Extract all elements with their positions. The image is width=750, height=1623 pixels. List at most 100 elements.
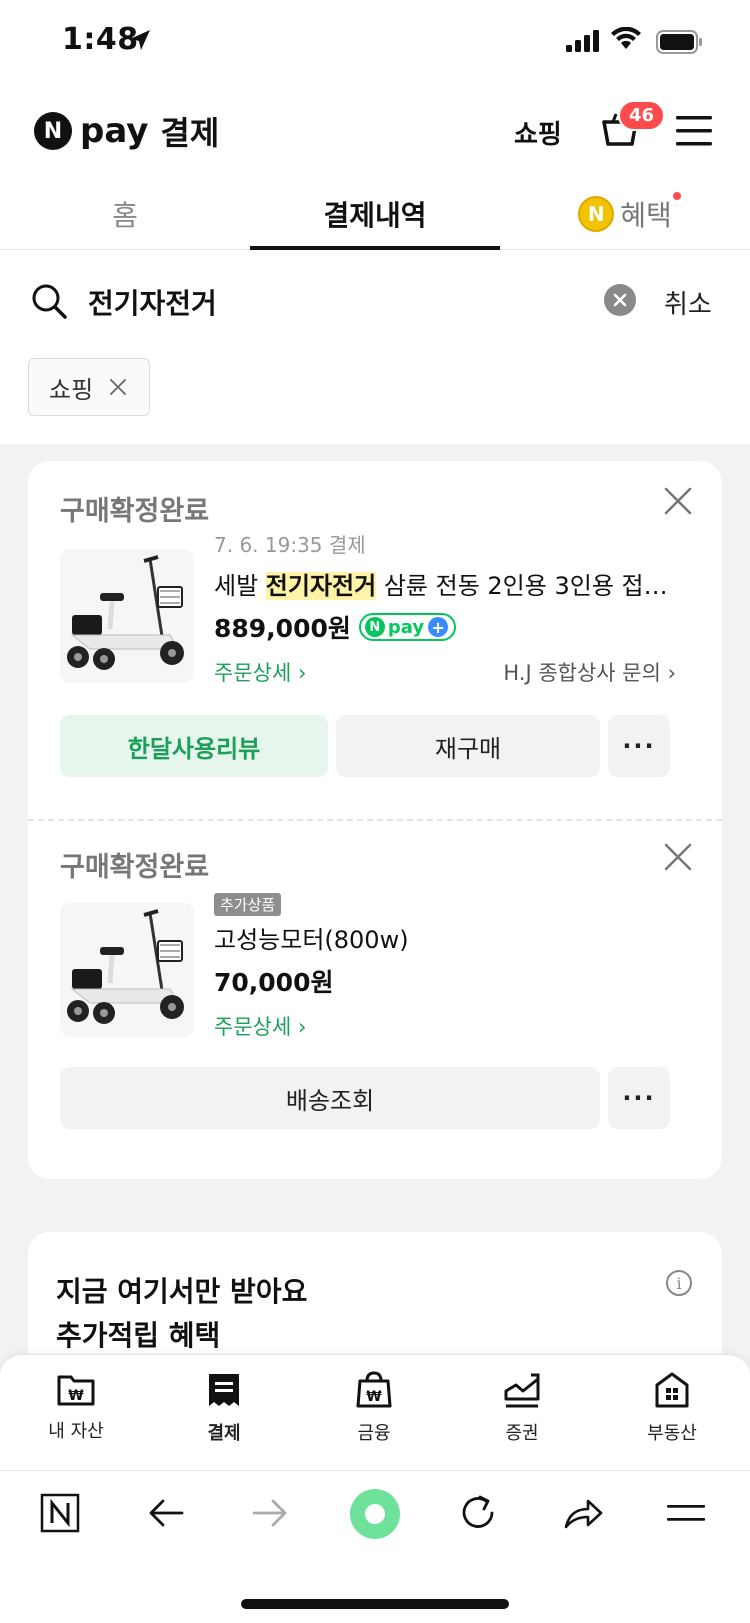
order-links: 주문상세 › (214, 1011, 676, 1041)
clear-search-button[interactable] (604, 284, 636, 316)
naver-n-icon: N (34, 112, 72, 150)
promo-line-2: 추가적립 혜택 (56, 1319, 221, 1352)
rebuy-button[interactable]: 재구매 (336, 715, 600, 777)
nav-finance[interactable]: ₩ 금융 (314, 1371, 434, 1445)
electric-tricycle-image (60, 903, 194, 1037)
wallet-folder-icon: ₩ (57, 1375, 95, 1406)
chart-up-icon (504, 1373, 540, 1408)
product-title-suffix: 삼륜 전동 2인용 3인용 접이... (376, 572, 684, 600)
location-arrow-icon (130, 30, 150, 50)
monthly-review-button[interactable]: 한달사용리뷰 (60, 715, 328, 777)
addon-product-tag: 추가상품 (214, 893, 282, 916)
promo-line-1: 지금 여기서만 받아요 (56, 1275, 308, 1308)
refresh-icon[interactable] (458, 1493, 498, 1533)
order-status: 구매확정완료 (60, 852, 210, 883)
tab-payment-history[interactable]: 결제내역 (250, 194, 500, 234)
nav-label: 증권 (505, 1423, 539, 1444)
more-options-button[interactable]: ··· (608, 715, 670, 777)
forward-arrow-icon[interactable] (250, 1493, 290, 1533)
filter-chip-shopping[interactable]: 쇼핑 (28, 358, 150, 416)
logo-title: 결제 (160, 114, 220, 152)
back-arrow-icon[interactable] (146, 1493, 186, 1533)
product-thumbnail[interactable] (60, 549, 194, 683)
status-bar: 1:48 (0, 0, 750, 86)
order-price: 889,000원 (214, 614, 351, 643)
new-dot-indicator (673, 192, 681, 200)
nav-my-assets[interactable]: ₩ 내 자산 (16, 1371, 136, 1443)
remove-filter-icon[interactable] (109, 378, 127, 396)
plus-icon: + (428, 617, 449, 637)
search-bar: 전기자전거 취소 (0, 270, 750, 334)
main-tabs: 홈 결제내역 N 혜택 (0, 180, 750, 250)
npay-plus-badge: N pay + (358, 613, 457, 641)
npay-n-icon: N (364, 617, 385, 637)
search-icon (32, 284, 67, 319)
green-dot-button[interactable] (350, 1489, 400, 1539)
svg-text:₩: ₩ (68, 1388, 84, 1404)
bottom-app-nav: ₩ 내 자산 결제 ₩ 금융 증권 부동산 (0, 1354, 750, 1470)
close-icon (613, 293, 627, 307)
order-item: 구매확정완료 추가상품 고성능모터(800w) 70,000원 주문상세 › 배… (28, 819, 722, 1179)
hamburger-menu-icon[interactable] (676, 114, 712, 148)
electric-tricycle-image (60, 549, 194, 683)
browser-menu-icon[interactable] (666, 1493, 706, 1533)
wifi-icon (611, 27, 641, 49)
cart-count-badge: 46 (618, 100, 666, 131)
nav-real-estate[interactable]: 부동산 (612, 1371, 732, 1445)
product-title[interactable]: 세발 전기자전거 삼륜 전동 2인용 3인용 접이... (214, 566, 684, 601)
receipt-icon (209, 1374, 239, 1406)
filter-chip-label: 쇼핑 (49, 375, 94, 404)
close-icon[interactable] (664, 843, 692, 871)
order-price: 70,000원 (214, 968, 334, 997)
more-options-button[interactable]: ··· (608, 1067, 670, 1129)
svg-text:₩: ₩ (366, 1389, 382, 1405)
tab-home[interactable]: 홈 (0, 194, 250, 234)
product-thumbnail[interactable] (60, 903, 194, 1037)
naver-home-icon[interactable] (40, 1493, 80, 1533)
building-icon (655, 1372, 689, 1408)
order-info: 추가상품 고성능모터(800w) 70,000원 주문상세 › (214, 893, 694, 1041)
browser-toolbar (0, 1470, 750, 1623)
shopping-link[interactable]: 쇼핑 (514, 114, 562, 151)
product-title-prefix: 세발 (214, 572, 266, 600)
promo-title: 지금 여기서만 받아요 추가적립 혜택 (56, 1270, 307, 1358)
logo-pay-text: pay (80, 111, 149, 151)
order-detail-link[interactable]: 주문상세 › (214, 1011, 306, 1041)
nav-label: 부동산 (647, 1423, 697, 1444)
order-date: 7. 6. 19:35 결제 (214, 533, 366, 557)
npay-logo[interactable]: N pay 결제 (34, 108, 219, 154)
price-row: 70,000원 (214, 963, 694, 999)
order-card: 구매확정완료 7. 6. 19:35 결제 세발 전기자전거 삼륜 전동 2인용… (28, 461, 722, 1179)
price-row: 889,000원 N pay + (214, 609, 694, 645)
nav-label: 결제 (207, 1423, 241, 1444)
order-detail-link[interactable]: 주문상세 › (214, 657, 306, 687)
search-highlight: 전기자전거 (265, 572, 377, 600)
order-status: 구매확정완료 (60, 496, 210, 527)
seller-inquiry-link[interactable]: H.J 종합상사 문의 › (503, 657, 676, 687)
tab-benefits-label: 혜택 (620, 199, 672, 232)
nav-stocks[interactable]: 증권 (462, 1371, 582, 1445)
home-indicator (241, 1599, 509, 1609)
battery-icon (656, 30, 702, 54)
app-header: N pay 결제 쇼핑 46 (0, 96, 750, 168)
close-icon[interactable] (664, 487, 692, 515)
nav-payment[interactable]: 결제 (164, 1371, 284, 1445)
tab-benefits[interactable]: N 혜택 (500, 194, 750, 234)
green-dot-center (365, 1504, 385, 1524)
signal-icon (566, 30, 599, 52)
info-icon[interactable]: i (666, 1270, 692, 1296)
order-info: 7. 6. 19:35 결제 세발 전기자전거 삼륜 전동 2인용 3인용 접이… (214, 529, 694, 687)
nav-label: 금융 (357, 1423, 391, 1444)
order-links: 주문상세 › H.J 종합상사 문의 › (214, 657, 676, 687)
npay-pay-text: pay (387, 616, 425, 638)
share-icon[interactable] (562, 1493, 604, 1533)
search-input[interactable]: 전기자전거 (88, 282, 217, 322)
track-shipping-button[interactable]: 배송조회 (60, 1067, 600, 1129)
cancel-search-button[interactable]: 취소 (664, 284, 712, 321)
active-tab-indicator (250, 246, 500, 250)
product-title[interactable]: 고성능모터(800w) (214, 920, 684, 955)
nav-label: 내 자산 (48, 1421, 104, 1442)
n-coin-icon: N (578, 196, 615, 232)
money-bag-icon: ₩ (356, 1371, 392, 1408)
order-item: 구매확정완료 7. 6. 19:35 결제 세발 전기자전거 삼륜 전동 2인용… (28, 461, 722, 819)
